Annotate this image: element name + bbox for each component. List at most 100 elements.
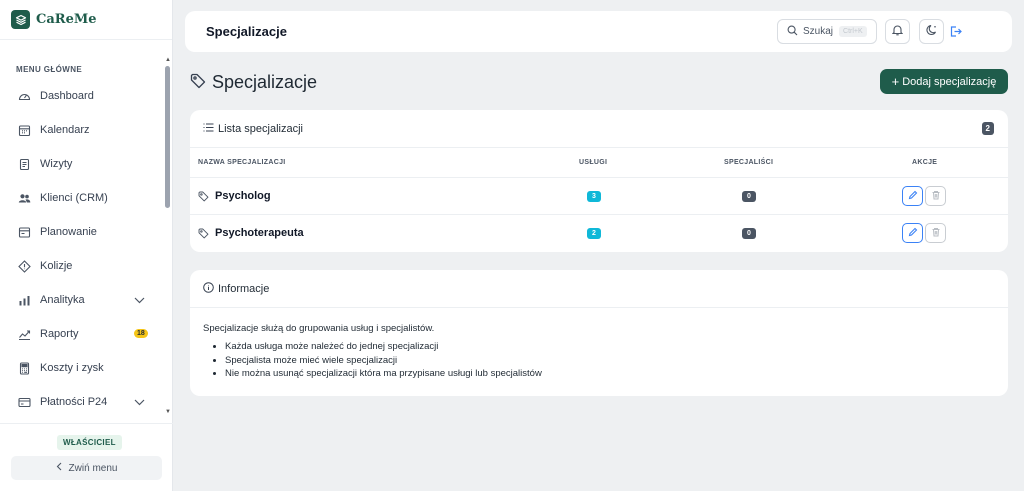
search-shortcut: Ctrl+K <box>839 26 867 37</box>
top-header: Specjalizacje Szukaj Ctrl+K <box>185 11 1012 52</box>
reports-count-badge: 18 <box>134 329 148 338</box>
sidebar-item-kolizje[interactable]: Kolizje <box>0 249 162 283</box>
role-badge: WŁAŚCICIEL <box>57 435 122 450</box>
calendar-icon <box>18 124 31 137</box>
tag-icon <box>190 73 206 92</box>
tag-icon <box>198 191 209 205</box>
table-header: NAZWA SPECJALIZACJI USŁUGI SPECJALIŚCI A… <box>190 148 1008 178</box>
logout-icon[interactable] <box>950 26 962 40</box>
credit-card-icon <box>18 396 31 409</box>
specialization-name: Psycholog <box>215 190 271 202</box>
table-row: Psycholog 3 0 <box>190 178 1008 215</box>
specialization-name: Psychoterapeuta <box>215 227 304 239</box>
layers-logo-icon <box>11 10 30 29</box>
info-intro: Specjalizacje służą do grupowania usług … <box>203 323 435 334</box>
scroll-up-arrow-icon[interactable]: ▲ <box>165 57 171 63</box>
sidebar-item-label: Wizyty <box>40 158 73 170</box>
chevron-down-icon[interactable] <box>134 397 145 409</box>
add-specialization-label: Dodaj specjalizację <box>902 75 997 88</box>
add-specialization-button[interactable]: + Dodaj specjalizację <box>880 69 1008 94</box>
main-nav: Dashboard Kalendarz Wizyty Klienci (CRM) <box>0 79 162 419</box>
sidebar-item-label: Klienci (CRM) <box>40 192 108 204</box>
theme-toggle-button[interactable] <box>919 19 944 44</box>
column-header-actions: AKCJE <box>912 159 938 166</box>
search-button[interactable]: Szukaj Ctrl+K <box>777 19 877 44</box>
tag-icon <box>198 228 209 242</box>
delete-button[interactable] <box>925 223 946 243</box>
list-item: Specjalista może mieć wiele specjalizacj… <box>225 354 995 368</box>
sidebar-item-label: Kalendarz <box>40 124 90 136</box>
column-header-services: USŁUGI <box>579 159 608 166</box>
calculator-icon <box>18 361 31 375</box>
search-icon <box>787 25 798 39</box>
sidebar-item-klienci[interactable]: Klienci (CRM) <box>0 181 162 215</box>
card-header: Lista specjalizacji <box>190 110 1008 148</box>
sidebar-item-planowanie[interactable]: Planowanie <box>0 215 162 249</box>
specialists-count-badge: 0 <box>742 228 756 239</box>
warning-diamond-icon <box>18 259 31 273</box>
table-row: Psychoterapeuta 2 0 <box>190 215 1008 252</box>
pencil-icon <box>908 189 918 203</box>
brand[interactable]: CaReMe <box>0 0 172 40</box>
card-title: Informacje <box>218 282 270 295</box>
sidebar-item-analityka[interactable]: Analityka <box>0 283 162 317</box>
trash-icon <box>931 226 941 240</box>
trend-icon <box>18 328 31 341</box>
moon-icon <box>925 24 938 39</box>
sidebar-item-label: Dashboard <box>40 90 94 102</box>
brand-name: CaReMe <box>36 12 97 27</box>
scrollbar-thumb[interactable] <box>165 66 170 208</box>
card-title: Lista specjalizacji <box>218 122 303 135</box>
page-heading: Specjalizacje <box>190 72 317 93</box>
sidebar-item-raporty[interactable]: Raporty 18 <box>0 317 162 351</box>
specializations-count-badge: 2 <box>981 122 994 135</box>
info-circle-icon <box>203 281 214 296</box>
page-title: Specjalizacje <box>212 72 318 92</box>
sidebar-item-platnosci[interactable]: Płatności P24 <box>0 385 162 419</box>
schedule-icon <box>18 226 31 239</box>
list-item: Każda usługa może należeć do jednej spec… <box>225 340 995 354</box>
edit-button[interactable] <box>902 223 923 243</box>
sidebar-item-label: Raporty <box>40 328 79 340</box>
sidebar-scrollbar[interactable]: ▲ ▼ <box>165 57 171 415</box>
sidebar-item-label: Koszty i zysk <box>40 362 104 374</box>
clipboard-icon <box>18 158 31 171</box>
collapse-menu-label: Zwiń menu <box>68 462 118 474</box>
services-count-badge: 3 <box>587 191 601 202</box>
specializations-card: Lista specjalizacji 2 NAZWA SPECJALIZACJ… <box>190 110 1008 252</box>
sidebar: CaReMe MENU GŁÓWNE Dashboard Kalendarz W… <box>0 0 173 491</box>
card-header: Informacje <box>190 270 1008 308</box>
services-count-badge: 2 <box>587 228 601 239</box>
edit-button[interactable] <box>902 186 923 206</box>
information-card: Informacje Specjalizacje służą do grupow… <box>190 270 1008 396</box>
notifications-button[interactable] <box>885 19 910 44</box>
pencil-icon <box>908 226 918 240</box>
chevron-left-icon <box>56 462 62 474</box>
nav-heading: MENU GŁÓWNE <box>16 65 83 74</box>
chevron-down-icon[interactable] <box>134 295 145 307</box>
scroll-down-arrow-icon[interactable]: ▼ <box>165 409 171 415</box>
info-list: Każda usługa może należeć do jednej spec… <box>225 340 995 381</box>
sidebar-item-label: Analityka <box>40 294 85 306</box>
info-body: Specjalizacje służą do grupowania usług … <box>190 308 1008 381</box>
column-header-name: NAZWA SPECJALIZACJI <box>198 159 286 166</box>
sidebar-item-label: Płatności P24 <box>40 396 108 408</box>
sidebar-item-label: Kolizje <box>40 260 73 272</box>
header-title: Specjalizacje <box>206 24 287 39</box>
plus-icon: + <box>891 74 900 89</box>
users-icon <box>18 192 31 205</box>
collapse-menu-button[interactable]: Zwiń menu <box>11 456 162 480</box>
sidebar-footer: WŁAŚCICIEL Zwiń menu <box>0 423 173 491</box>
delete-button[interactable] <box>925 186 946 206</box>
sidebar-item-koszty[interactable]: Koszty i zysk <box>0 351 162 385</box>
sidebar-item-wizyty[interactable]: Wizyty <box>0 147 162 181</box>
specialists-count-badge: 0 <box>742 191 756 202</box>
sidebar-item-label: Planowanie <box>40 226 97 238</box>
sidebar-item-kalendarz[interactable]: Kalendarz <box>0 113 162 147</box>
trash-icon <box>931 189 941 203</box>
search-label: Szukaj <box>803 26 834 37</box>
list-icon <box>203 123 214 135</box>
bar-chart-icon <box>18 294 31 307</box>
list-item: Nie można usunąć specjalizacji która ma … <box>225 367 995 381</box>
sidebar-item-dashboard[interactable]: Dashboard <box>0 79 162 113</box>
